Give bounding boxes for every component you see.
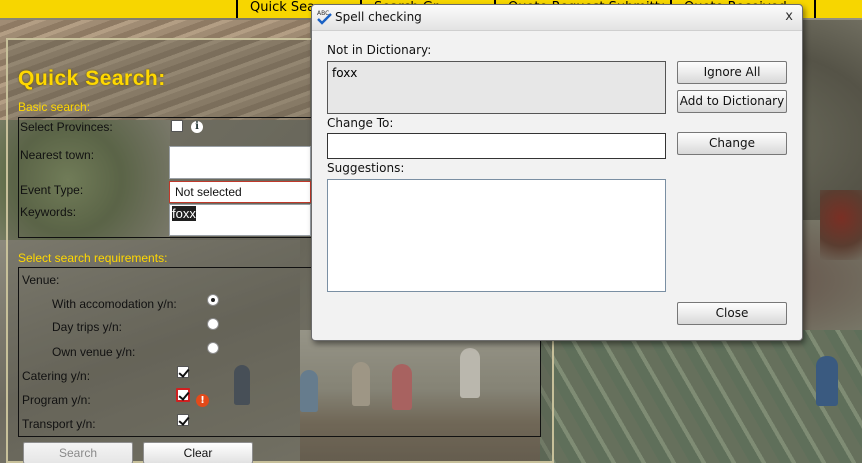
search-button[interactable]: Search — [23, 442, 133, 463]
error-icon: ! — [196, 394, 209, 407]
basic-search-heading: Basic search: — [18, 100, 91, 114]
venue-option-label: Day trips y/n: — [52, 320, 123, 334]
with-accomodation-radio[interactable] — [207, 294, 219, 306]
change-to-label: Change To: — [327, 116, 394, 130]
add-to-dictionary-button[interactable]: Add to Dictionary — [677, 90, 787, 113]
keywords-input[interactable]: foxx — [169, 204, 311, 236]
suggestions-label: Suggestions: — [327, 161, 405, 175]
clear-button[interactable]: Clear — [143, 442, 253, 463]
transport-label: Transport y/n: — [22, 417, 96, 431]
nearest-town-label: Nearest town: — [20, 148, 95, 162]
venue-option-label: With accomodation y/n: — [52, 297, 177, 311]
dialog-titlebar[interactable]: ABC Spell checking x — [312, 5, 802, 31]
keywords-selected-text: foxx — [172, 206, 196, 221]
venue-option-label: Own venue y/n: — [52, 345, 136, 359]
misspelled-word: foxx — [332, 66, 358, 80]
not-in-dictionary-box: foxx — [327, 61, 666, 114]
transport-checkbox[interactable] — [177, 414, 189, 426]
event-type-label: Event Type: — [20, 183, 84, 197]
not-in-dictionary-label: Not in Dictionary: — [327, 43, 432, 57]
dialog-title: Spell checking — [335, 10, 422, 24]
catering-checkbox[interactable] — [177, 366, 189, 378]
close-icon[interactable]: x — [785, 9, 793, 24]
provinces-checkbox[interactable] — [171, 120, 183, 132]
day-trips-radio[interactable] — [207, 318, 219, 330]
keywords-label: Keywords: — [20, 205, 77, 219]
change-to-input[interactable] — [327, 133, 666, 159]
spell-check-dialog: ABC Spell checking x Not in Dictionary: … — [311, 4, 803, 341]
info-icon[interactable]: i — [191, 121, 203, 133]
catering-label: Catering y/n: — [22, 369, 91, 383]
tab-quick-search[interactable]: Quick Search — [236, 0, 316, 18]
photo-tile-tower — [540, 330, 862, 463]
nearest-town-input[interactable] — [169, 146, 311, 179]
venue-label: Venue: — [22, 273, 60, 287]
provinces-label: Select Provinces: — [20, 120, 113, 134]
suggestions-list[interactable] — [327, 179, 666, 292]
photo-person — [816, 356, 838, 406]
requirements-heading: Select search requirements: — [18, 251, 168, 265]
page-title: Quick Search: — [18, 67, 166, 90]
photo-tile-person-red — [820, 190, 862, 260]
spellcheck-icon: ABC — [317, 10, 332, 25]
ignore-all-button[interactable]: Ignore All — [677, 61, 787, 84]
change-button[interactable]: Change — [677, 132, 787, 155]
program-checkbox[interactable] — [176, 388, 190, 402]
program-label: Program y/n: — [22, 393, 91, 407]
close-button[interactable]: Close — [677, 302, 787, 325]
event-type-select[interactable]: Not selected — [169, 181, 311, 203]
own-venue-radio[interactable] — [207, 342, 219, 354]
